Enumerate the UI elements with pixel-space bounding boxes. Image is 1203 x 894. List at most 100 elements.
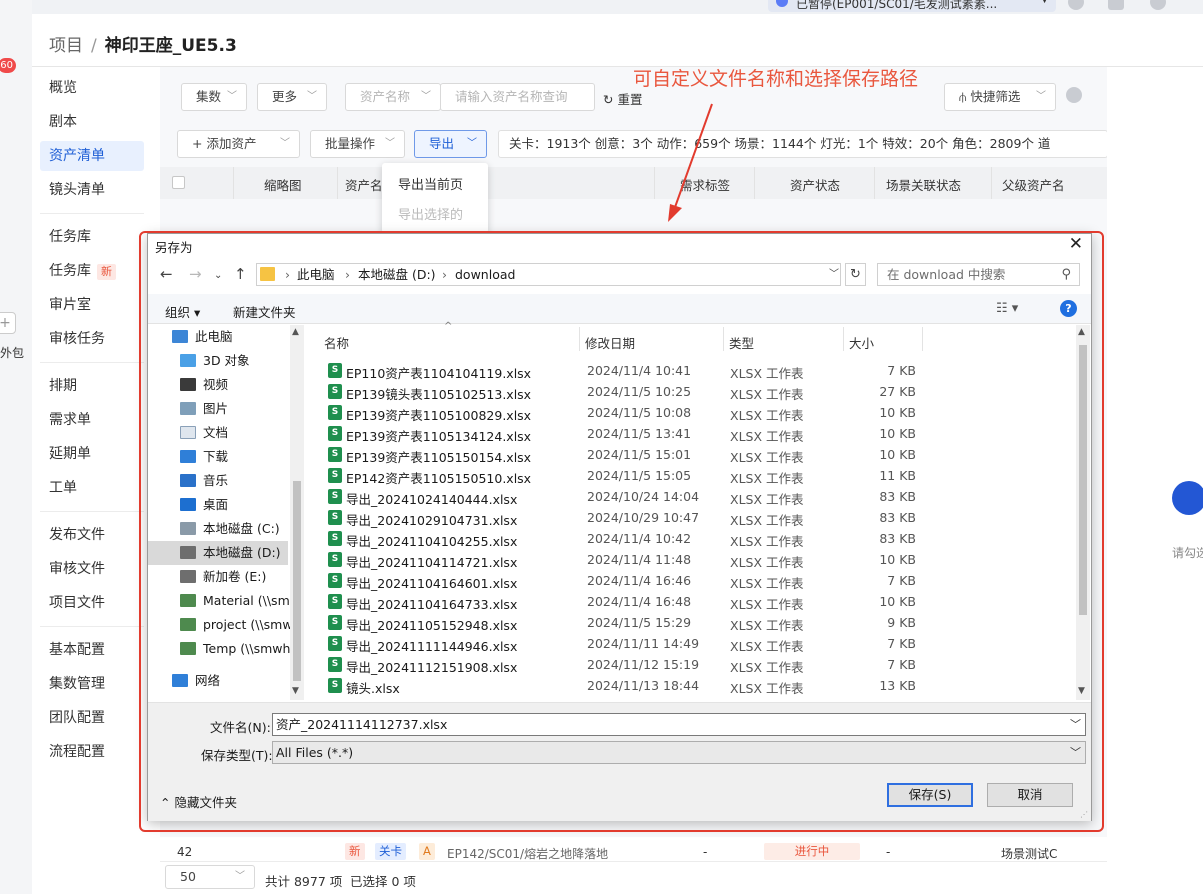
breadcrumb-root[interactable]: 项目 — [49, 36, 83, 56]
sidebar-item-shot-list[interactable]: 镜头清单 — [49, 175, 105, 205]
file-row[interactable]: S 导出_20241029104731.xlsx 2024/10/29 10:47 X… — [306, 507, 1076, 528]
page-size-select[interactable]: 50 ﹀ — [165, 865, 255, 889]
sidebar-item-task-library-new[interactable]: 任务库新 — [49, 256, 116, 286]
file-row[interactable]: S 导出_20241104114721.xlsx 2024/11/4 11:48 XL… — [306, 549, 1076, 570]
add-icon[interactable]: + — [0, 312, 16, 334]
sidebar-item-review-files[interactable]: 审核文件 — [49, 554, 105, 584]
asset-path[interactable]: EP142/SC01/熔岩之地降落地 — [447, 845, 608, 862]
refresh-icon[interactable] — [1150, 0, 1166, 10]
view-options-icon[interactable]: ☷ ▾ — [996, 301, 1018, 316]
recent-chevron-icon[interactable]: ⌄ — [214, 270, 222, 281]
file-row[interactable]: S EP139资产表1105134124.xlsx 2024/11/5 13:41 X… — [306, 423, 1076, 444]
scroll-down-icon[interactable]: ▼ — [292, 686, 299, 696]
col-size[interactable]: 大小 — [849, 333, 874, 352]
tree-item-documents[interactable]: 文档 — [180, 421, 292, 445]
tree-item-music[interactable]: 音乐 — [180, 469, 292, 493]
file-list-scrollbar[interactable]: ▲ ▼ — [1076, 325, 1090, 700]
file-row[interactable]: S 导出_20241024140444.xlsx 2024/10/24 14:04 X… — [306, 486, 1076, 507]
address-segment-drive[interactable]: 本地磁盘 (D:) — [358, 264, 436, 285]
batch-operation-button[interactable]: 批量操作 ﹀ — [310, 130, 405, 158]
sidebar-item-episode-management[interactable]: 集数管理 — [49, 669, 105, 699]
hide-folders-toggle[interactable]: ⌃ 隐藏文件夹 — [160, 792, 237, 811]
tree-item-drive-c[interactable]: 本地磁盘 (C:) — [180, 517, 292, 541]
back-arrow-icon[interactable]: ← — [160, 265, 173, 283]
tree-item-drive-e[interactable]: 新加卷 (E:) — [180, 565, 292, 589]
file-row[interactable]: S 导出_20241112151908.xlsx 2024/11/12 15:19 X… — [306, 654, 1076, 675]
tree-item-temp[interactable]: Temp (\\smwh. — [180, 637, 292, 661]
tree-item-videos[interactable]: 视频 — [180, 373, 292, 397]
sidebar-item-tickets[interactable]: 工单 — [49, 473, 77, 503]
inbox-icon[interactable] — [1108, 0, 1124, 10]
sidebar-item-basic-config[interactable]: 基本配置 — [49, 635, 105, 665]
quick-filter-button[interactable]: ⫛ 快捷筛选 ﹀ — [944, 83, 1056, 111]
up-arrow-icon[interactable]: ↑ — [234, 265, 247, 283]
sidebar-item-project-files[interactable]: 项目文件 — [49, 588, 105, 618]
sidebar-item-review-tasks[interactable]: 审核任务 — [49, 324, 105, 354]
export-current-page[interactable]: 导出当前页 — [398, 174, 463, 193]
sidebar-item-requests[interactable]: 需求单 — [49, 405, 91, 435]
more-filter[interactable]: 更多 ﹀ — [257, 83, 327, 111]
reset-button[interactable]: ↻ 重置 — [603, 89, 642, 108]
file-row[interactable]: S 镜头.xlsx 2024/11/13 18:44 XLSX 工作表 13 KB — [306, 675, 1076, 696]
col-scene-link-status[interactable]: 场景关联状态 — [886, 175, 961, 194]
file-row[interactable]: S EP142资产表1105150510.xlsx 2024/11/5 15:05 X… — [306, 465, 1076, 486]
tree-item-3d-objects[interactable]: 3D 对象 — [180, 349, 292, 373]
file-row[interactable]: S EP139资产表1105150154.xlsx 2024/11/5 15:01 X… — [306, 444, 1076, 465]
tree-item-project[interactable]: project (\\smw — [180, 613, 292, 637]
filename-input[interactable]: 资产_20241114112737.xlsx ﹀ — [272, 713, 1086, 736]
tree-item-network[interactable]: 网络 — [172, 669, 304, 693]
forward-arrow-icon[interactable]: → — [189, 265, 202, 283]
dialog-search-input[interactable]: 在 download 中搜索 ⚲ — [877, 263, 1080, 286]
sidebar-item-asset-list[interactable]: 资产清单 — [40, 141, 144, 171]
scroll-up-icon[interactable]: ▲ — [292, 327, 299, 337]
col-modified[interactable]: 修改日期 — [585, 333, 635, 352]
col-name[interactable]: 名称 — [324, 333, 349, 352]
file-row[interactable]: S 导出_20241105152948.xlsx 2024/11/5 15:29 XL… — [306, 612, 1076, 633]
close-icon[interactable]: ✕ — [1069, 234, 1083, 254]
col-type[interactable]: 类型 — [729, 333, 754, 352]
export-selected[interactable]: 导出选择的 — [398, 204, 463, 223]
sidebar-item-script[interactable]: 剧本 — [49, 107, 77, 137]
sidebar-item-workflow-config[interactable]: 流程配置 — [49, 737, 105, 767]
help-icon[interactable] — [1068, 0, 1084, 10]
asset-name-field-select[interactable]: 资产名称 ﹀ — [345, 83, 441, 111]
cancel-button[interactable]: 取消 — [987, 783, 1073, 807]
select-all-checkbox[interactable] — [172, 176, 185, 189]
episodes-filter[interactable]: 集数 ﹀ — [181, 83, 247, 111]
new-folder-button[interactable]: 新建文件夹 — [233, 302, 296, 321]
file-row[interactable]: S EP139资产表1105100829.xlsx 2024/11/5 10:08 X… — [306, 402, 1076, 423]
scroll-up-icon[interactable]: ▲ — [1078, 327, 1085, 337]
sidebar-item-schedule[interactable]: 排期 — [49, 371, 77, 401]
outsource-label[interactable]: 外包 — [0, 344, 24, 361]
tree-scrollbar[interactable]: ▲ ▼ — [290, 325, 304, 700]
chevron-down-icon[interactable]: ﹀ — [829, 264, 839, 285]
col-thumbnail[interactable]: 缩略图 — [264, 175, 302, 194]
filetype-select[interactable]: All Files (*.*) ﹀ — [272, 741, 1086, 764]
file-row[interactable]: S 导出_20241111144946.xlsx 2024/11/11 14:49 X… — [306, 633, 1076, 654]
refresh-icon[interactable]: ↻ — [845, 263, 866, 286]
address-segment-folder[interactable]: download — [455, 264, 515, 285]
sidebar-item-team-config[interactable]: 团队配置 — [49, 703, 105, 733]
scroll-down-icon[interactable]: ▼ — [1078, 686, 1085, 696]
help-icon[interactable]: ? — [1060, 300, 1077, 317]
sidebar-item-overview[interactable]: 概览 — [49, 73, 77, 103]
sidebar-item-delays[interactable]: 延期单 — [49, 439, 91, 469]
tree-item-this-pc[interactable]: 此电脑 — [172, 325, 304, 349]
address-bar[interactable]: › 此电脑 › 本地磁盘 (D:) › download ﹀ — [256, 263, 841, 286]
col-parent-asset[interactable]: 父级资产名 — [1002, 175, 1065, 194]
file-row[interactable]: S EP110资产表1104104119.xlsx 2024/11/4 10:41 X… — [306, 360, 1076, 381]
settings-gear-icon[interactable] — [1066, 87, 1082, 103]
file-row[interactable]: S 导出_20241104164733.xlsx 2024/11/4 16:48 XL… — [306, 591, 1076, 612]
file-row[interactable]: S EP139镜头表1105102513.xlsx 2024/11/5 10:25 X… — [306, 381, 1076, 402]
col-asset-name[interactable]: 资产名 — [345, 175, 383, 194]
file-row[interactable]: S 导出_20241104104255.xlsx 2024/11/4 10:42 XL… — [306, 528, 1076, 549]
sidebar-item-review-room[interactable]: 审片室 — [49, 290, 91, 320]
col-asset-status[interactable]: 资产状态 — [790, 175, 840, 194]
add-asset-button[interactable]: + 添加资产 ﹀ — [177, 130, 300, 158]
tree-item-drive-d[interactable]: 本地磁盘 (D:) — [148, 541, 288, 565]
address-segment-pc[interactable]: 此电脑 — [297, 264, 335, 285]
tree-item-downloads[interactable]: 下载 — [180, 445, 292, 469]
organize-button[interactable]: 组织 ▾ — [165, 302, 200, 321]
file-row[interactable]: S 导出_20241104164601.xlsx 2024/11/4 16:46 XL… — [306, 570, 1076, 591]
tree-item-desktop[interactable]: 桌面 — [180, 493, 292, 517]
